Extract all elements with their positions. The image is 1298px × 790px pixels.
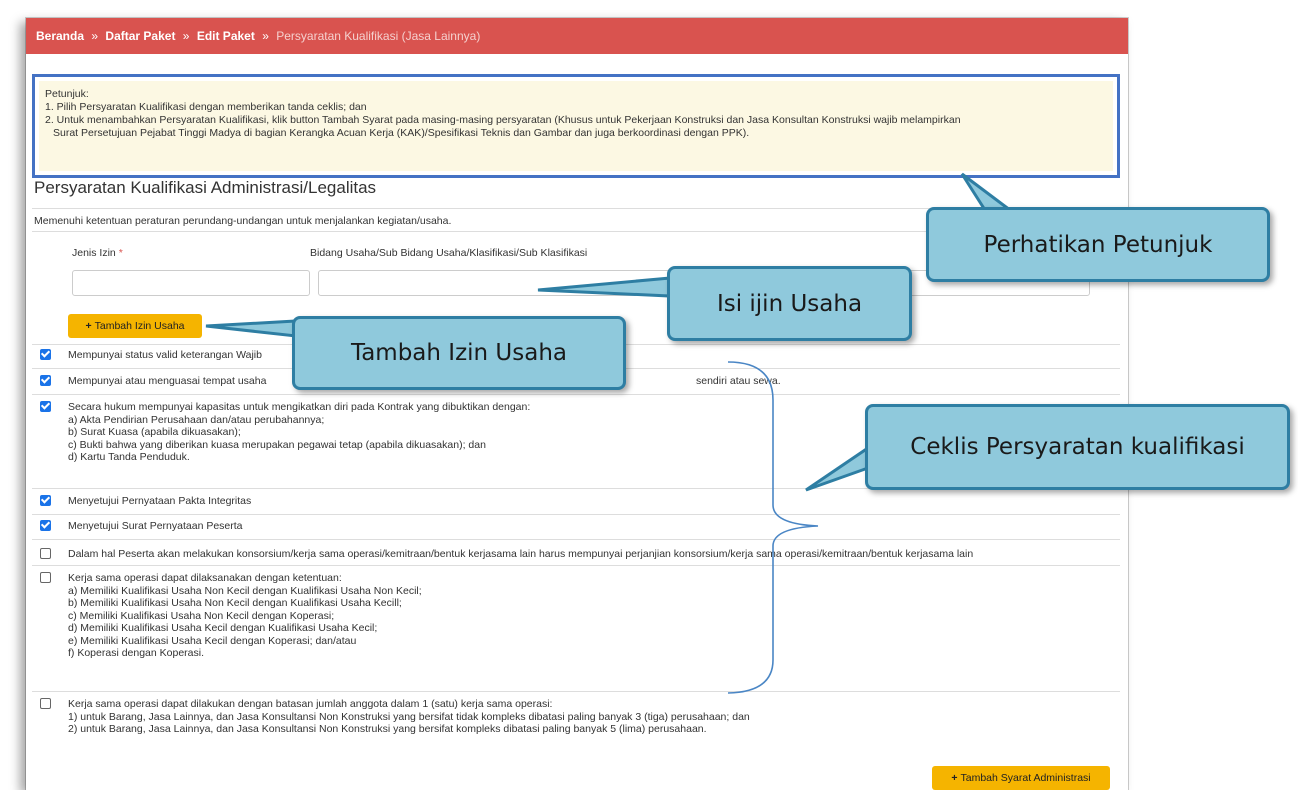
bracket-line (727, 361, 819, 694)
callout-pointer (960, 172, 1015, 212)
callout-pointer (205, 319, 298, 338)
callout-isi-ijin-usaha: Isi ijin Usaha (667, 266, 912, 341)
annotation-overlay (205, 172, 1015, 694)
callout-ceklis-persyaratan: Ceklis Persyaratan kualifikasi (865, 404, 1290, 490)
callout-perhatikan-petunjuk: Perhatikan Petunjuk (926, 207, 1270, 282)
callout-pointer (805, 445, 870, 492)
callout-tambah-izin-usaha: Tambah Izin Usaha (292, 316, 626, 390)
callout-pointer (537, 276, 672, 298)
